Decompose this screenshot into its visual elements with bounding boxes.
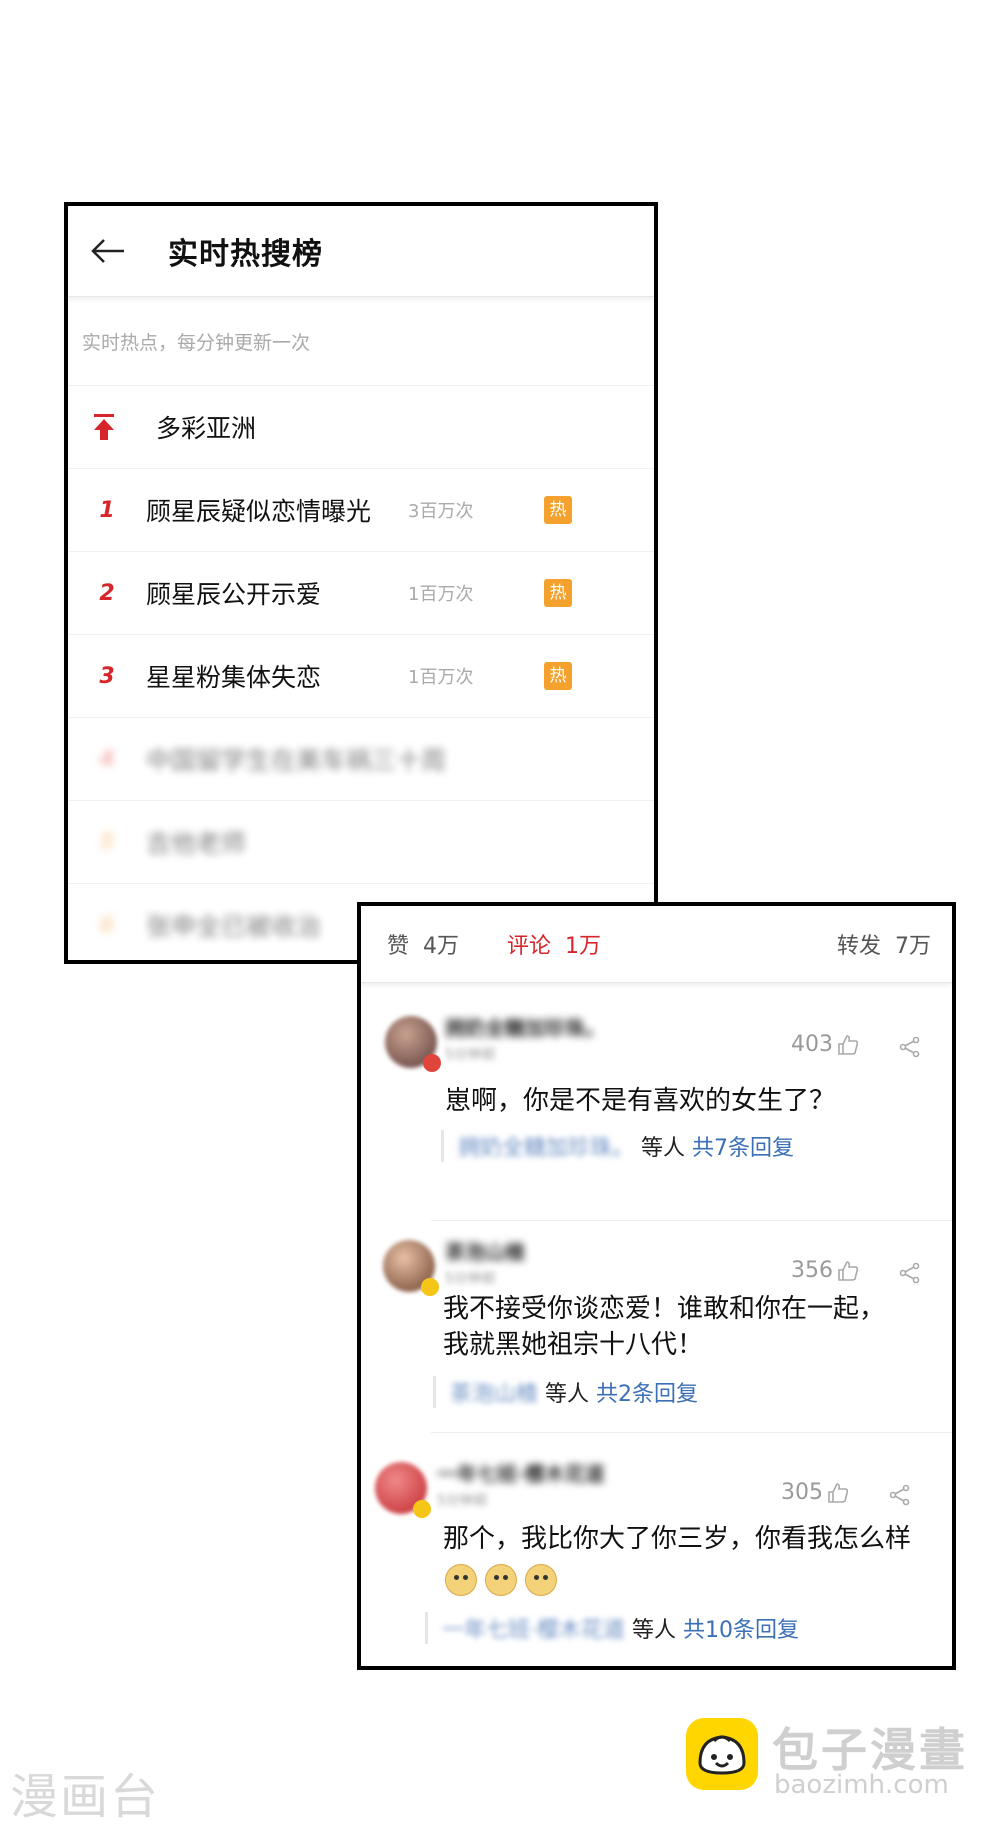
search-count: 1百万次 bbox=[408, 667, 474, 688]
comment-time: 5分钟前 bbox=[445, 1271, 496, 1287]
baozi-logo-icon bbox=[686, 1718, 758, 1790]
like-button[interactable]: 403 bbox=[791, 1032, 859, 1057]
reply-summary[interactable]: 拥奶全糖加珍珠。 等人 共7条回复 bbox=[441, 1130, 794, 1162]
reply-mid: 等人 bbox=[641, 1136, 686, 1161]
thumbs-up-icon bbox=[828, 1482, 849, 1503]
page-title: 实时热搜榜 bbox=[168, 237, 323, 272]
hot-badge: 热 bbox=[544, 579, 572, 607]
search-count: 1百万次 bbox=[408, 584, 474, 605]
doge-emoji-icon bbox=[445, 1564, 477, 1596]
tab-comments-label: 评论 bbox=[507, 934, 552, 959]
like-count: 356 bbox=[791, 1258, 833, 1283]
topic-label: 张申全已被收治 bbox=[146, 912, 322, 941]
manhuatai-watermark: 漫画台 bbox=[10, 1769, 161, 1825]
rank-number: 1 bbox=[99, 497, 115, 523]
tab-reposts-label: 转发 bbox=[837, 934, 882, 959]
topic-label: 中国留学生在美车祸三十周 bbox=[146, 746, 447, 775]
topic-label: 顾星辰公开示爱 bbox=[146, 580, 322, 609]
divider bbox=[431, 1220, 952, 1221]
pin-top-icon bbox=[92, 413, 116, 441]
hot-search-row[interactable]: 2 顾星辰公开示爱 1百万次 热 bbox=[68, 552, 654, 635]
rank-number: 5 bbox=[99, 829, 115, 855]
commenter-name[interactable]: 拥奶全糖加珍珠。 bbox=[445, 1012, 605, 1041]
verified-badge-icon bbox=[413, 1500, 431, 1518]
doge-emoji-icon bbox=[485, 1564, 517, 1596]
thumbs-up-icon bbox=[838, 1260, 859, 1281]
share-icon[interactable] bbox=[899, 1036, 921, 1058]
verified-badge-icon bbox=[423, 1054, 441, 1072]
tab-comments[interactable]: 评论 1万 bbox=[507, 928, 601, 960]
like-count: 305 bbox=[781, 1480, 823, 1505]
thumbs-up-icon bbox=[838, 1034, 859, 1055]
tab-likes-count: 4万 bbox=[423, 934, 460, 959]
stats-tabs: 赞 4万 评论 1万 转发 7万 bbox=[361, 906, 952, 983]
pinned-topic-label: 多彩亚洲 bbox=[156, 414, 257, 443]
topic-label: 顾星辰疑似恋情曝光 bbox=[146, 497, 372, 526]
reply-user: 拥奶全糖加珍珠。 bbox=[458, 1136, 635, 1161]
reply-mid: 等人 bbox=[632, 1618, 677, 1643]
rank-number: 4 bbox=[99, 746, 115, 772]
comment-item: 茶泡山楂 5分钟前 356 我不接受你谈恋爱！谁敢和你在一起， 我就黑她祖宗十八… bbox=[361, 1232, 952, 1452]
hot-search-subtitle: 实时热点，每分钟更新一次 bbox=[68, 297, 654, 386]
hot-search-panel: 实时热搜榜 实时热点，每分钟更新一次 多彩亚洲 1 顾星辰疑似恋情曝光 3百万次… bbox=[64, 202, 658, 964]
commenter-name[interactable]: 一年七班·樱木花道 bbox=[437, 1458, 605, 1487]
comment-text: 崽啊，你是不是有喜欢的女生了？ bbox=[445, 1086, 836, 1116]
hot-badge: 热 bbox=[544, 496, 572, 524]
comment-item: 一年七班·樱木花道 5分钟前 305 那个，我比你大了你三岁，你看我怎么样 一年… bbox=[361, 1452, 952, 1666]
hot-search-row[interactable]: 1 顾星辰疑似恋情曝光 3百万次 热 bbox=[68, 469, 654, 552]
emoji-row bbox=[445, 1564, 557, 1596]
tab-likes[interactable]: 赞 4万 bbox=[387, 928, 459, 960]
share-icon[interactable] bbox=[889, 1484, 911, 1506]
topic-label: 吉他老师 bbox=[146, 829, 247, 858]
tab-reposts[interactable]: 转发 7万 bbox=[837, 928, 931, 960]
comment-text-line-1: 我不接受你谈恋爱！谁敢和你在一起， bbox=[443, 1294, 886, 1324]
comments-panel: 赞 4万 评论 1万 转发 7万 拥奶全糖加珍珠。 5分钟前 403 崽啊，你是不是有… bbox=[357, 902, 956, 1670]
search-count: 3百万次 bbox=[408, 501, 474, 522]
hot-badge: 热 bbox=[544, 662, 572, 690]
tab-reposts-count: 7万 bbox=[895, 934, 932, 959]
reply-mid: 等人 bbox=[545, 1382, 590, 1407]
tab-likes-label: 赞 bbox=[387, 934, 410, 959]
reply-count-link[interactable]: 共7条回复 bbox=[692, 1136, 794, 1161]
comment-item: 拥奶全糖加珍珠。 5分钟前 403 崽啊，你是不是有喜欢的女生了？ 拥奶全糖加珍… bbox=[361, 982, 952, 1232]
rank-number: 3 bbox=[99, 663, 115, 689]
baozi-url-watermark: baozimh.com bbox=[774, 1770, 949, 1800]
reply-count-link[interactable]: 共10条回复 bbox=[683, 1618, 799, 1643]
like-button[interactable]: 305 bbox=[781, 1480, 849, 1505]
hot-search-row-blurred[interactable]: 5 吉他老师 bbox=[68, 801, 654, 884]
comment-text: 那个，我比你大了你三岁，你看我怎么样 bbox=[443, 1524, 912, 1554]
reply-user: 茶泡山楂 bbox=[450, 1382, 539, 1407]
hot-search-row-blurred[interactable]: 4 中国留学生在美车祸三十周 bbox=[68, 718, 654, 801]
comment-time: 5分钟前 bbox=[437, 1493, 488, 1509]
hot-search-row[interactable]: 3 星星粉集体失恋 1百万次 热 bbox=[68, 635, 654, 718]
divider bbox=[431, 1432, 952, 1433]
rank-number: 6 bbox=[99, 912, 115, 938]
doge-emoji-icon bbox=[525, 1564, 557, 1596]
reply-user: 一年七班·樱木花道 bbox=[442, 1618, 625, 1643]
share-icon[interactable] bbox=[899, 1262, 921, 1284]
reply-count-link[interactable]: 共2条回复 bbox=[596, 1382, 698, 1407]
verified-badge-icon bbox=[421, 1278, 439, 1296]
comment-time: 5分钟前 bbox=[445, 1047, 496, 1063]
tab-comments-count: 1万 bbox=[565, 934, 602, 959]
pinned-topic-row[interactable]: 多彩亚洲 bbox=[68, 386, 654, 469]
reply-summary[interactable]: 一年七班·樱木花道 等人 共10条回复 bbox=[425, 1612, 799, 1644]
hot-search-header: 实时热搜榜 bbox=[68, 206, 654, 297]
commenter-name[interactable]: 茶泡山楂 bbox=[445, 1236, 525, 1265]
like-button[interactable]: 356 bbox=[791, 1258, 859, 1283]
comment-text-line-2: 我就黑她祖宗十八代！ bbox=[443, 1330, 704, 1360]
like-count: 403 bbox=[791, 1032, 833, 1057]
rank-number: 2 bbox=[99, 580, 115, 606]
back-arrow-icon[interactable] bbox=[86, 229, 130, 273]
reply-summary[interactable]: 茶泡山楂 等人 共2条回复 bbox=[433, 1376, 698, 1408]
topic-label: 星星粉集体失恋 bbox=[146, 663, 322, 692]
